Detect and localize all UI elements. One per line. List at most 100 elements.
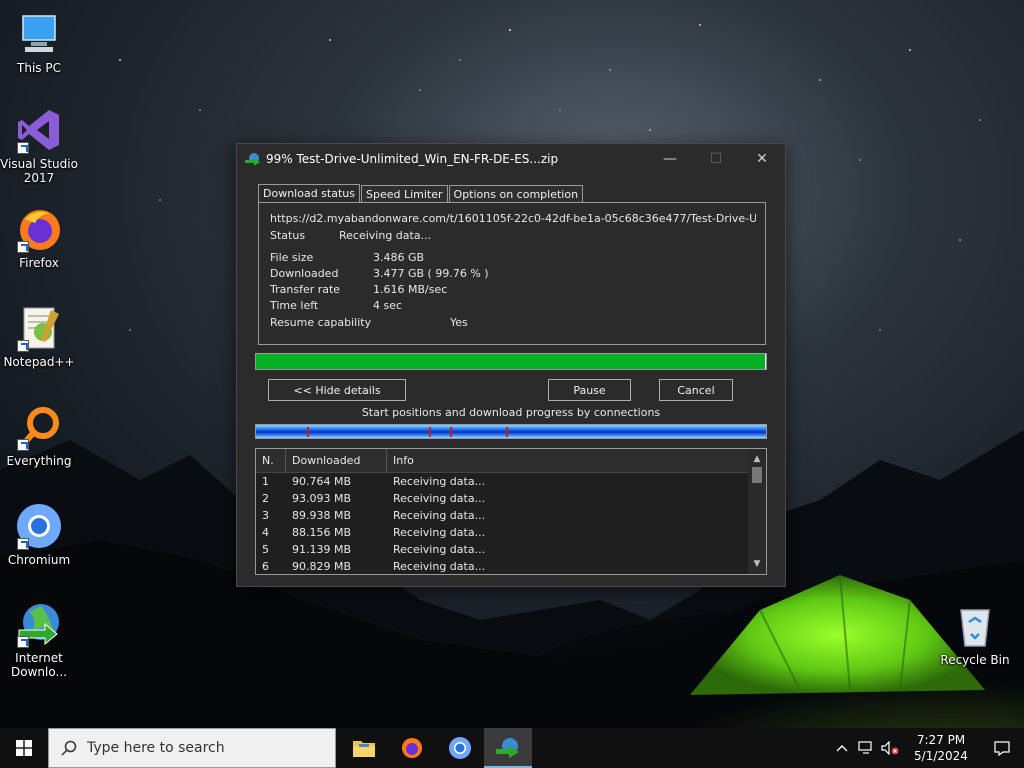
minimize-button[interactable]: —: [647, 144, 693, 174]
downloaded-value: 3.477 GB ( 99.76 % ): [373, 267, 489, 280]
cancel-button[interactable]: Cancel: [659, 379, 733, 401]
desktop-icon-label: Internet Downlo...: [11, 651, 67, 679]
taskbar-search-box[interactable]: [48, 728, 336, 768]
folder-icon: [353, 741, 375, 757]
dialog-title-bar[interactable]: 99% Test-Drive-Unlimited_Win_EN-FR-DE-ES…: [237, 144, 785, 174]
row-downloaded: 88.156 MB: [292, 526, 352, 539]
table-row[interactable]: 4 88.156 MB Receiving data...: [256, 524, 766, 541]
column-header-number[interactable]: N.: [256, 449, 286, 472]
close-button[interactable]: ✕: [739, 144, 785, 174]
everything-search-icon: [15, 403, 63, 451]
taskbar-file-explorer[interactable]: [340, 728, 388, 768]
scroll-down-icon[interactable]: ▼: [748, 556, 766, 572]
notepadpp-icon: [15, 304, 63, 352]
desktop-icon-idm[interactable]: Internet Downlo...: [0, 600, 78, 679]
idm-globe-icon: [496, 738, 519, 758]
taskbar-idm[interactable]: [484, 728, 532, 768]
status-label: Status: [270, 229, 306, 242]
pause-button[interactable]: Pause: [548, 379, 631, 401]
scrollbar-thumb[interactable]: [752, 467, 762, 483]
table-row[interactable]: 3 89.938 MB Receiving data...: [256, 507, 766, 524]
table-scrollbar[interactable]: ▲ ▼: [748, 449, 766, 574]
download-status-panel: https://d2.myabandonware.com/t/1601105f-…: [258, 202, 766, 345]
tab-download-status[interactable]: Download status: [258, 184, 360, 203]
maximize-button[interactable]: ☐: [693, 144, 739, 174]
connections-table-header: N. Downloaded Info: [256, 449, 766, 473]
idm-app-icon: [245, 153, 260, 166]
row-info: Receiving data...: [393, 475, 486, 488]
shortcut-arrow-icon: [17, 340, 29, 352]
taskbar-firefox[interactable]: [388, 728, 436, 768]
row-info: Receiving data...: [393, 509, 486, 522]
hide-details-button[interactable]: << Hide details: [268, 379, 406, 401]
row-downloaded: 91.139 MB: [292, 543, 352, 556]
row-number: 3: [262, 509, 269, 522]
transfer-rate-label: Transfer rate: [270, 283, 341, 296]
row-info: Receiving data...: [393, 543, 486, 556]
desktop-icon-label: This PC: [17, 61, 61, 75]
download-progress-dialog: 99% Test-Drive-Unlimited_Win_EN-FR-DE-ES…: [236, 143, 786, 587]
dialog-tabs: Download status Speed Limiter Options on…: [258, 184, 584, 203]
volume-muted-icon[interactable]: [878, 728, 902, 768]
desktop-icon-recycle-bin[interactable]: Recycle Bin: [936, 602, 1014, 667]
table-row[interactable]: 2 93.093 MB Receiving data...: [256, 490, 766, 507]
column-header-info[interactable]: Info: [387, 449, 747, 472]
scroll-up-icon[interactable]: ▲: [748, 451, 766, 467]
dialog-title: 99% Test-Drive-Unlimited_Win_EN-FR-DE-ES…: [266, 152, 559, 166]
row-number: 4: [262, 526, 269, 539]
desktop-icon-label: Everything: [6, 454, 72, 468]
row-number: 5: [262, 543, 269, 556]
row-downloaded: 90.829 MB: [292, 560, 352, 573]
file-size-row: File size 3.486 GB: [270, 251, 424, 264]
shortcut-arrow-icon: [17, 439, 29, 451]
start-button[interactable]: [0, 728, 48, 768]
time-left-value: 4 sec: [373, 299, 403, 312]
search-input[interactable]: [87, 740, 317, 756]
table-row[interactable]: 6 90.829 MB Receiving data...: [256, 558, 766, 574]
desktop-icon-this-pc[interactable]: This PC: [0, 10, 78, 75]
clock-time: 7:27 PM: [916, 733, 966, 747]
download-progress-fill: [256, 354, 765, 369]
table-row[interactable]: 1 90.764 MB Receiving data...: [256, 473, 766, 490]
file-size-value: 3.486 GB: [373, 251, 425, 264]
desktop-icon-label: Notepad++: [3, 355, 75, 369]
resume-capability-row: Resume capability Yes: [270, 316, 468, 329]
desktop-icon-chromium[interactable]: Chromium: [0, 502, 78, 567]
desktop-icon-notepadpp[interactable]: Notepad++: [0, 304, 78, 369]
firefox-icon: [15, 205, 63, 253]
desktop-icon-firefox[interactable]: Firefox: [0, 205, 78, 270]
connection-start-marker: [307, 427, 309, 437]
taskbar-clock[interactable]: 7:27 PM 5/1/2024: [902, 732, 980, 764]
clock-date: 5/1/2024: [914, 749, 968, 763]
recycle-bin-icon: [951, 602, 999, 650]
notification-icon: [994, 740, 1010, 756]
column-header-downloaded[interactable]: Downloaded: [286, 449, 387, 472]
firefox-icon: [402, 738, 422, 758]
resume-capability-label: Resume capability: [270, 316, 372, 329]
taskbar-chromium[interactable]: [436, 728, 484, 768]
time-left-label: Time left: [270, 299, 319, 312]
tab-speed-limiter[interactable]: Speed Limiter: [360, 185, 448, 203]
shortcut-arrow-icon: [17, 241, 29, 253]
desktop-icon-everything[interactable]: Everything: [0, 403, 78, 468]
shortcut-arrow-icon: [17, 142, 29, 154]
download-url: https://d2.myabandonware.com/t/1601105f-…: [270, 212, 756, 225]
tab-options-on-completion[interactable]: Options on completion: [448, 185, 584, 203]
downloaded-row: Downloaded 3.477 GB ( 99.76 % ): [270, 267, 489, 280]
table-row[interactable]: 5 91.139 MB Receiving data...: [256, 541, 766, 558]
row-number: 1: [262, 475, 269, 488]
desktop-icon-label: Recycle Bin: [940, 653, 1010, 667]
windows-logo-icon: [16, 740, 32, 756]
connections-table: N. Downloaded Info 1 90.764 MB Receiving d…: [255, 448, 767, 575]
row-downloaded: 93.093 MB: [292, 492, 352, 505]
desktop-icon-label: Chromium: [7, 553, 71, 567]
desktop-icon-visual-studio[interactable]: Visual Studio 2017: [0, 106, 78, 185]
connections-label: Start positions and download progress by…: [361, 406, 661, 419]
shortcut-arrow-icon: [17, 636, 29, 648]
notification-center-button[interactable]: [980, 728, 1024, 768]
taskbar: 7:27 PM 5/1/2024: [0, 728, 1024, 768]
search-icon: [61, 740, 77, 756]
tray-chevron-up-icon[interactable]: [830, 728, 854, 768]
network-icon[interactable]: [854, 728, 878, 768]
maximize-icon: ☐: [709, 151, 723, 167]
